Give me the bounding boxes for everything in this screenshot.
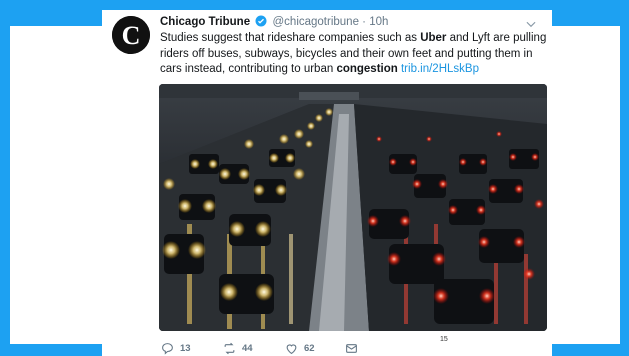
tweet-text-part: Studies suggest that rideshare companies…	[160, 32, 421, 44]
slide-panel-right	[552, 26, 620, 344]
direct-message-action[interactable]	[345, 340, 364, 356]
reply-count: 13	[180, 342, 191, 354]
tweet-text-highlight-uber: Uber	[420, 32, 447, 44]
tweet-link[interactable]: trib.in/2HLskBp	[401, 63, 479, 75]
retweet-action[interactable]: 44	[223, 340, 253, 356]
retweet-count: 44	[242, 342, 253, 354]
chicago-tribune-logo-icon: C	[112, 16, 150, 54]
svg-text:C: C	[122, 21, 141, 50]
heart-icon	[286, 343, 297, 354]
chevron-down-icon[interactable]	[524, 17, 538, 31]
like-count: 62	[304, 342, 315, 354]
page-number: 15	[440, 336, 448, 343]
tweet-time[interactable]: 10h	[369, 16, 388, 28]
tweet-text-highlight-congestion: congestion	[336, 63, 398, 75]
user-handle[interactable]: @chicagotribune	[273, 16, 359, 28]
reply-action[interactable]: 13	[161, 340, 191, 356]
separator: ·	[358, 16, 370, 28]
tweet-text: Studies suggest that rideshare companies…	[160, 31, 548, 78]
tweet-card[interactable]: C Chicago Tribune @chicagotribune · 10h …	[102, 10, 552, 356]
slide-panel-left	[10, 26, 102, 344]
like-action[interactable]: 62	[285, 340, 315, 356]
reply-icon	[162, 342, 173, 355]
display-name[interactable]: Chicago Tribune	[160, 16, 250, 28]
tweet-photo[interactable]	[159, 84, 547, 331]
verified-badge-icon	[255, 15, 267, 27]
avatar[interactable]: C	[112, 16, 150, 54]
envelope-icon	[346, 343, 357, 353]
retweet-icon	[224, 342, 235, 354]
tweet-actions: 13 44 62	[159, 340, 459, 356]
traffic-photo-image	[159, 84, 547, 331]
